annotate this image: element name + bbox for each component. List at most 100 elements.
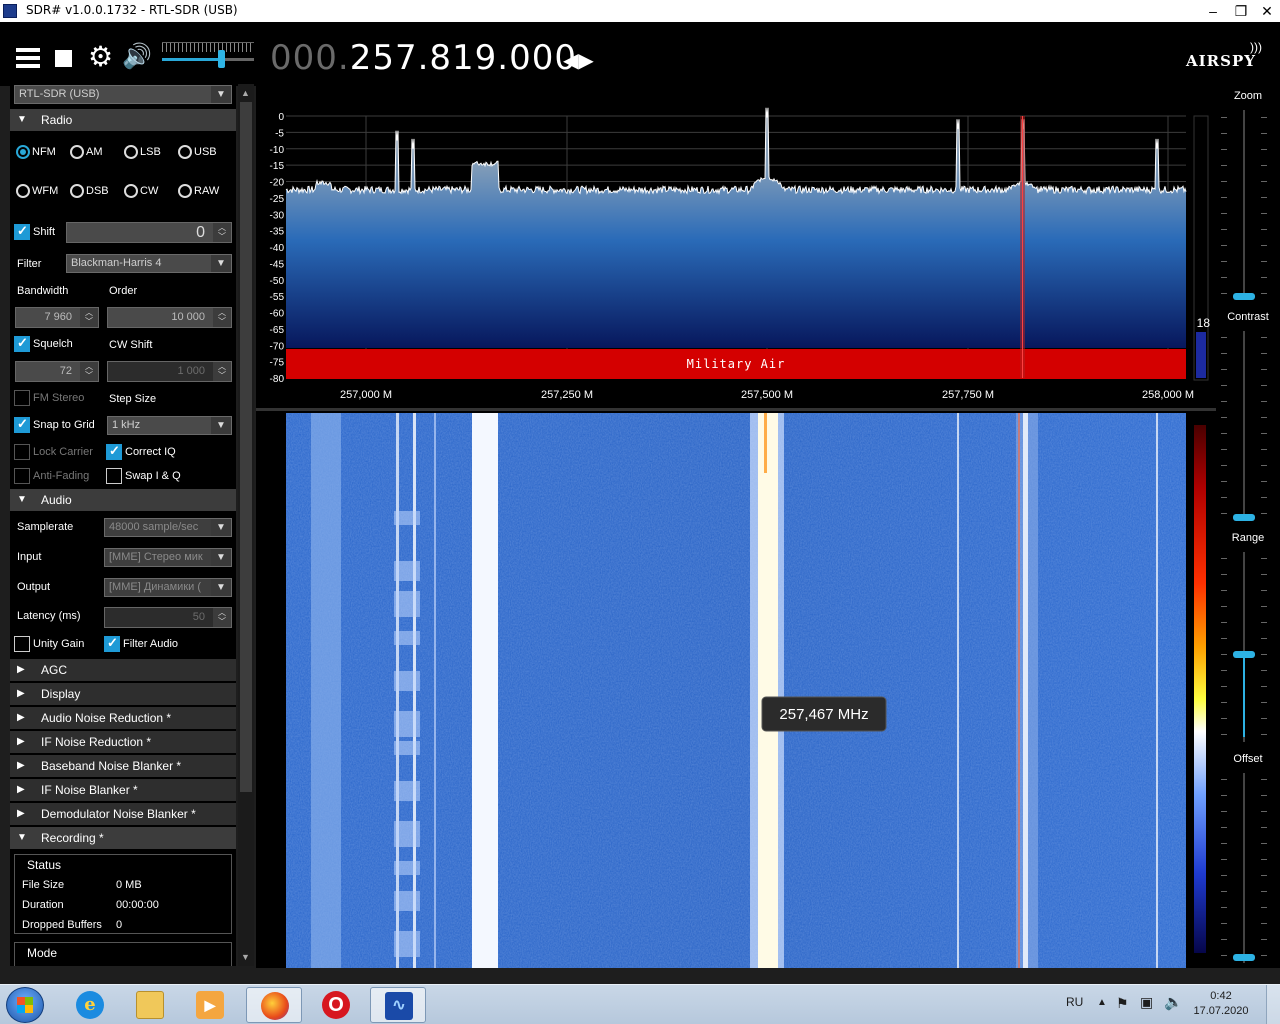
offset-thumb[interactable] <box>1233 954 1255 961</box>
mode-am[interactable]: AM <box>70 145 103 159</box>
frequency-display[interactable]: 000.257.819.000 <box>270 38 577 78</box>
zoom-label: Zoom <box>1233 90 1263 102</box>
waterfall-display[interactable]: 257,467 MHz <box>256 411 1216 968</box>
taskbar-explorer[interactable] <box>122 987 178 1023</box>
folder-icon <box>136 991 164 1019</box>
range-thumb[interactable] <box>1233 651 1255 658</box>
mode-dsb[interactable]: DSB <box>70 184 109 198</box>
correctiq-checkbox[interactable]: Correct IQ <box>106 443 176 460</box>
bandwidth-input[interactable]: 7 960 ︿ ﹀ <box>15 307 99 328</box>
status-title: Status <box>27 858 62 872</box>
output-select: [MME] Динамики (▼ <box>104 578 232 597</box>
gear-icon[interactable]: ⚙ <box>88 43 113 71</box>
filter-select[interactable]: Blackman-Harris 4 ▼ <box>66 254 232 273</box>
action-center-flag-icon[interactable]: ⚑ <box>1116 995 1129 1012</box>
unitygain-checkbox[interactable]: Unity Gain <box>14 636 84 652</box>
mode-cw[interactable]: CW <box>124 184 158 198</box>
x-tick-label: 257,500 M <box>741 389 793 401</box>
triangle-down-icon: ▼ <box>17 114 27 125</box>
tune-arrows-icon[interactable]: ◀▶ <box>563 48 594 73</box>
mode-lsb[interactable]: LSB <box>124 145 161 159</box>
waterfall-burst <box>394 671 420 691</box>
taskbar-ie[interactable]: e <box>62 987 118 1023</box>
mode-usb[interactable]: USB <box>178 145 217 159</box>
taskbar-media-player[interactable]: ▶ <box>182 987 238 1023</box>
mode-wfm[interactable]: WFM <box>16 184 58 198</box>
waterfall-hot-spot <box>764 413 767 473</box>
y-tick-label: -55 <box>270 292 285 303</box>
waterfall-burst <box>394 821 420 847</box>
offset-slider[interactable] <box>1243 773 1245 963</box>
waterfall-plot[interactable]: 257,467 MHz <box>256 411 1216 968</box>
scroll-down-icon[interactable]: ▼ <box>241 952 250 962</box>
spectrum-analyzer[interactable]: Military Air 0 -5 -10 -15 -20 -25 -30 -35 -40 -45… <box>256 86 1216 408</box>
taskbar-sdrsharp[interactable]: ∿ <box>370 987 426 1023</box>
menu-icon[interactable] <box>16 48 40 68</box>
squelch-input[interactable]: 72 ︿ ﹀ <box>15 361 99 382</box>
filteraudio-checkbox[interactable]: Filter Audio <box>104 635 178 652</box>
stop-icon[interactable] <box>55 50 72 67</box>
wireless-icon: ))) <box>1250 40 1262 54</box>
section-demod-blanker[interactable]: ▶ Demodulator Noise Blanker * <box>10 803 236 825</box>
close-button[interactable]: ✕ <box>1252 0 1280 22</box>
tray-expand-icon[interactable]: ▲ <box>1097 997 1107 1008</box>
scroll-up-icon[interactable]: ▲ <box>241 88 250 98</box>
clock[interactable]: 0:42 17.07.2020 <box>1190 989 1252 1019</box>
waterfall-burst <box>394 741 420 755</box>
cwshift-label: CW Shift <box>109 339 153 351</box>
lockcarrier-checkbox: Lock Carrier <box>14 444 93 460</box>
y-tick-label: -5 <box>275 128 284 139</box>
scroll-thumb[interactable] <box>240 102 252 792</box>
y-tick-label: -35 <box>270 227 285 238</box>
spectrum-fill <box>286 107 1186 348</box>
mode-nfm[interactable]: NFM <box>16 145 56 159</box>
zoom-thumb[interactable] <box>1233 293 1255 300</box>
panel-scrollbar[interactable]: ▲ ▼ <box>238 84 254 966</box>
start-button[interactable] <box>6 987 44 1023</box>
snap-checkbox[interactable]: Snap to Grid <box>14 416 95 433</box>
stepsize-select[interactable]: 1 kHz ▼ <box>107 416 232 435</box>
zoom-slider[interactable] <box>1243 110 1245 300</box>
latency-label: Latency (ms) <box>17 610 81 622</box>
taskbar-opera[interactable]: O <box>308 987 364 1023</box>
stepsize-label: Step Size <box>109 393 157 405</box>
volume-slider[interactable] <box>162 42 254 72</box>
waterfall-burst <box>394 781 420 801</box>
contrast-slider[interactable] <box>1243 331 1245 521</box>
mode-raw[interactable]: RAW <box>178 184 219 198</box>
section-audio[interactable]: ▼ Audio <box>10 489 236 511</box>
swapiq-checkbox[interactable]: Swap I & Q <box>106 468 181 484</box>
spectrum-plot[interactable]: Military Air 0 -5 -10 -15 -20 -25 -30 -35 -40 -45… <box>256 86 1216 408</box>
order-input[interactable]: 10 000 ︿ ﹀ <box>107 307 232 328</box>
shift-checkbox[interactable]: Shift <box>14 223 55 240</box>
antifading-checkbox: Anti-Fading <box>14 468 89 484</box>
minimize-button[interactable]: – <box>1198 0 1228 22</box>
section-display[interactable]: ▶ Display <box>10 683 236 705</box>
section-radio[interactable]: ▼ Radio <box>10 109 236 131</box>
section-recording[interactable]: ▼ Recording * <box>10 827 236 849</box>
show-desktop-button[interactable] <box>1266 985 1280 1024</box>
toolbar: ⚙ 🔊 000.257.819.000 ◀▶ AIRSPY ))) <box>0 22 1280 86</box>
volume-thumb[interactable] <box>217 50 225 68</box>
taskbar-firefox[interactable] <box>246 987 302 1023</box>
section-audio-nr[interactable]: ▶ Audio Noise Reduction * <box>10 707 236 729</box>
squelch-checkbox[interactable]: Squelch <box>14 335 73 352</box>
contrast-thumb[interactable] <box>1233 514 1255 521</box>
shift-input[interactable]: 0 ︿ ﹀ <box>66 222 232 243</box>
network-icon[interactable]: ▣ <box>1140 994 1153 1011</box>
speaker-icon[interactable]: 🔊 <box>122 44 152 70</box>
y-tick-label: -10 <box>270 145 285 156</box>
y-tick-label: -40 <box>270 243 285 254</box>
frequency-value: 257.819.000 <box>349 38 578 78</box>
language-indicator[interactable]: RU <box>1066 995 1083 1009</box>
section-if-blanker[interactable]: ▶ IF Noise Blanker * <box>10 779 236 801</box>
window-title: SDR# v1.0.0.1732 - RTL-SDR (USB) <box>26 3 238 17</box>
section-baseband-blanker[interactable]: ▶ Baseband Noise Blanker * <box>10 755 236 777</box>
duration-label: Duration <box>22 899 64 911</box>
output-label: Output <box>17 581 51 593</box>
section-agc[interactable]: ▶ AGC <box>10 659 236 681</box>
section-if-nr[interactable]: ▶ IF Noise Reduction * <box>10 731 236 753</box>
waterfall-burst <box>394 891 420 911</box>
volume-tray-icon[interactable]: 🔈 <box>1164 993 1183 1011</box>
device-select[interactable]: RTL-SDR (USB) ▼ <box>14 85 232 104</box>
